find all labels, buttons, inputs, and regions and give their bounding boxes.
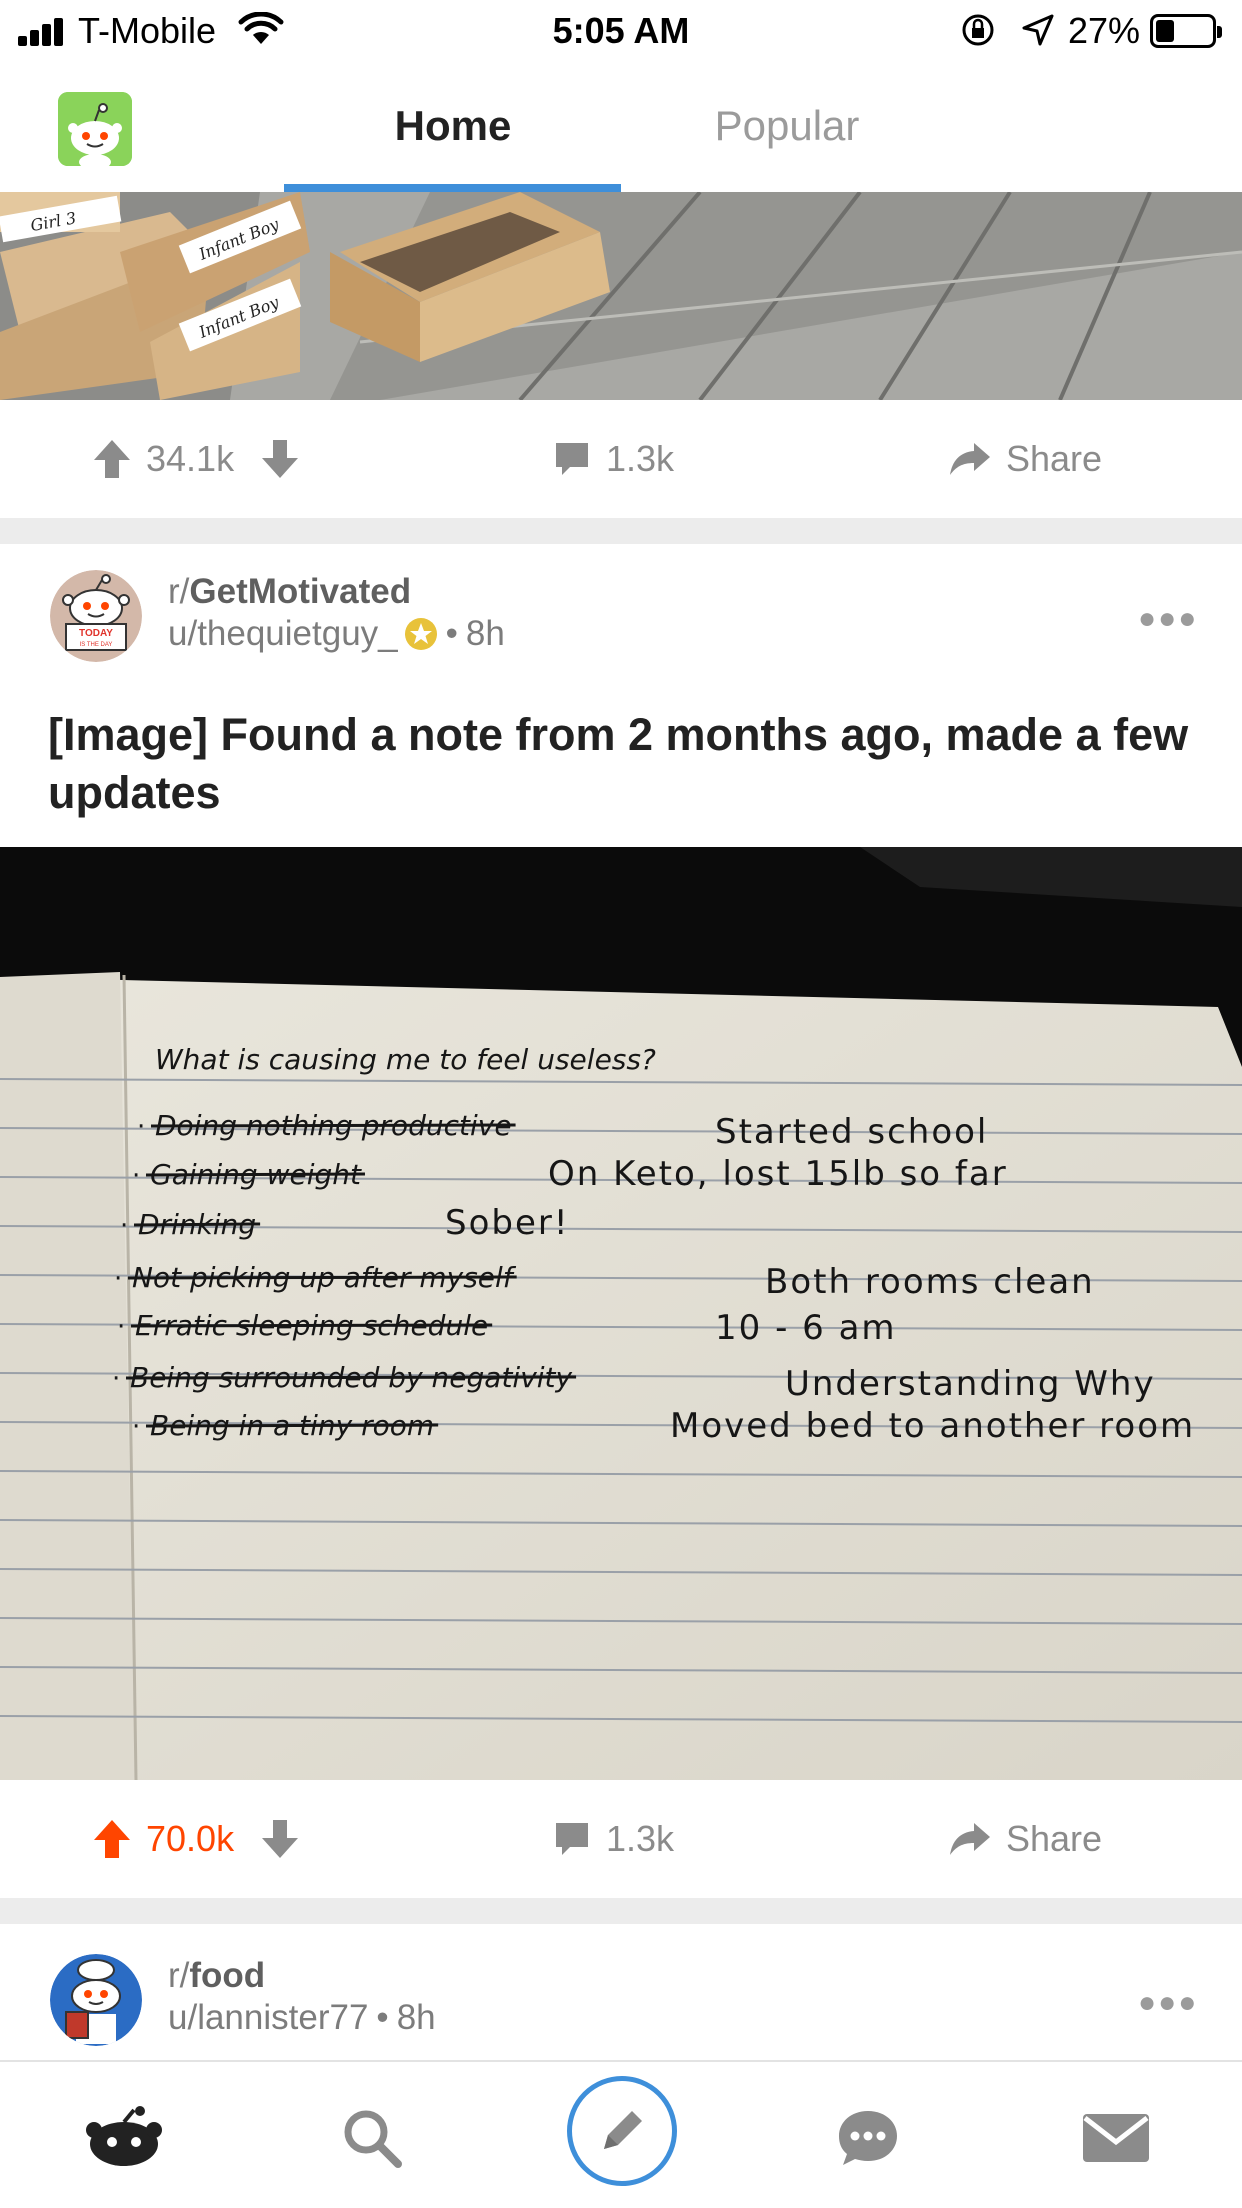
downvote-icon[interactable] [260, 438, 300, 480]
post-header: TODAY IS THE DAY r/GetMotivated u/thequi… [0, 562, 1242, 682]
subreddit-avatar[interactable] [50, 1954, 142, 2046]
bottom-tab-bar [0, 2060, 1242, 2208]
post-meta: u/thequietguy_ • 8h [168, 614, 505, 654]
tab-create-post[interactable] [567, 2076, 677, 2186]
chat-icon [839, 2111, 897, 2165]
comment-count: 1.3k [606, 1818, 675, 1859]
note-heading: What is causing me to feel useless? [155, 1043, 656, 1076]
post-title[interactable]: [Image] Found a note from 2 months ago, … [48, 706, 1198, 822]
snoo-icon [58, 92, 132, 166]
upvote-count: 34.1k [146, 438, 235, 479]
rotation-lock-icon [962, 14, 994, 46]
update-note: Moved bed to another room [670, 1406, 1195, 1446]
share-button[interactable]: Share [948, 1818, 1102, 1860]
active-tab-indicator [284, 184, 621, 192]
more-options-icon[interactable]: ●●● [1138, 1986, 1198, 2020]
previous-post-image[interactable]: Girl 3 Infant Boy Infant Boy [0, 192, 1242, 400]
strikethrough [145, 1172, 365, 1177]
tab-inbox[interactable] [1066, 2088, 1166, 2188]
comment-icon [556, 1823, 588, 1855]
update-note: Understanding Why [785, 1364, 1156, 1404]
share-label: Share [1006, 438, 1103, 479]
update-note: Started school [715, 1112, 988, 1152]
strikethrough [150, 1123, 516, 1128]
username-link[interactable]: u/thequietguy_ [168, 614, 398, 654]
top-nav: Home Popular [0, 62, 1242, 192]
vote-group: 34.1k [92, 438, 300, 480]
strikethrough [133, 1222, 261, 1227]
gold-star-icon [404, 618, 437, 650]
avatar-sign-top: TODAY [79, 628, 113, 639]
search-icon [344, 2110, 402, 2168]
svg-text:·: · [132, 1161, 140, 1191]
comments-button[interactable]: 1.3k [552, 438, 674, 480]
svg-text:·: · [114, 1264, 122, 1294]
share-icon [950, 1823, 990, 1855]
strikethrough [145, 1423, 439, 1428]
strikethrough [125, 1375, 577, 1380]
comment-count: 1.3k [606, 438, 675, 479]
avatar-sign-bottom: IS THE DAY [80, 642, 113, 648]
post-meta: u/lannister77 • 8h [168, 1998, 436, 2038]
svg-text:·: · [112, 1364, 120, 1394]
comment-icon [556, 443, 588, 475]
svg-text:·: · [117, 1312, 125, 1342]
reddit-alien-icon [86, 2106, 162, 2166]
post-age: 8h [396, 1998, 436, 2037]
strikethrough [130, 1323, 493, 1328]
snoo-avatar-button[interactable] [58, 92, 132, 166]
share-label: Share [1006, 1818, 1103, 1859]
tab-chat[interactable] [818, 2088, 918, 2188]
battery-icon [1150, 14, 1222, 48]
tab-home-feed[interactable] [74, 2088, 174, 2188]
tab-home[interactable]: Home [283, 102, 623, 150]
post-image[interactable]: What is causing me to feel useless? · Doi… [0, 847, 1242, 1780]
feed-separator [0, 1898, 1242, 1924]
svg-text:·: · [120, 1211, 128, 1241]
upvote-count: 70.0k [146, 1818, 235, 1859]
downvote-icon[interactable] [260, 1818, 300, 1860]
subreddit-link[interactable]: r/GetMotivated [168, 572, 411, 612]
status-bar: T-Mobile 5:05 AM 27% [0, 0, 1242, 62]
update-note: On Keto, lost 15lb so far [548, 1154, 1008, 1194]
update-note: 10 - 6 am [715, 1308, 897, 1348]
tab-popular[interactable]: Popular [617, 102, 957, 150]
tab-search[interactable] [322, 2088, 422, 2188]
subreddit-name: food [189, 1956, 266, 1995]
more-options-icon[interactable]: ●●● [1138, 602, 1198, 636]
subreddit-name: GetMotivated [189, 572, 412, 611]
share-icon [950, 443, 990, 475]
post-age: 8h [465, 614, 505, 653]
update-note: Both rooms clean [765, 1262, 1095, 1302]
vote-group: 70.0k [92, 1818, 300, 1860]
subreddit-link[interactable]: r/food [168, 1956, 265, 1996]
upvote-icon[interactable] [92, 438, 132, 480]
feed-separator [0, 518, 1242, 544]
upvote-icon[interactable] [92, 1818, 132, 1860]
subreddit-avatar[interactable]: TODAY IS THE DAY [50, 570, 142, 662]
strikethrough [127, 1275, 517, 1280]
share-button[interactable]: Share [948, 438, 1102, 480]
svg-text:·: · [132, 1412, 140, 1442]
svg-text:·: · [137, 1112, 145, 1142]
next-post-header: r/food u/lannister77 • 8h ●●● [0, 1946, 1242, 2066]
battery-percent: 27% [1068, 10, 1141, 51]
pencil-icon [604, 2111, 642, 2149]
update-note: Sober! [445, 1203, 570, 1243]
post-actions: 70.0k 1.3k Share [0, 1780, 1242, 1896]
previous-post-actions: 34.1k 1.3k Share [0, 400, 1242, 516]
mail-icon [1083, 2114, 1149, 2162]
username-link[interactable]: u/lannister77 [168, 1998, 368, 2038]
location-icon [1022, 14, 1054, 46]
comments-button[interactable]: 1.3k [552, 1818, 674, 1860]
